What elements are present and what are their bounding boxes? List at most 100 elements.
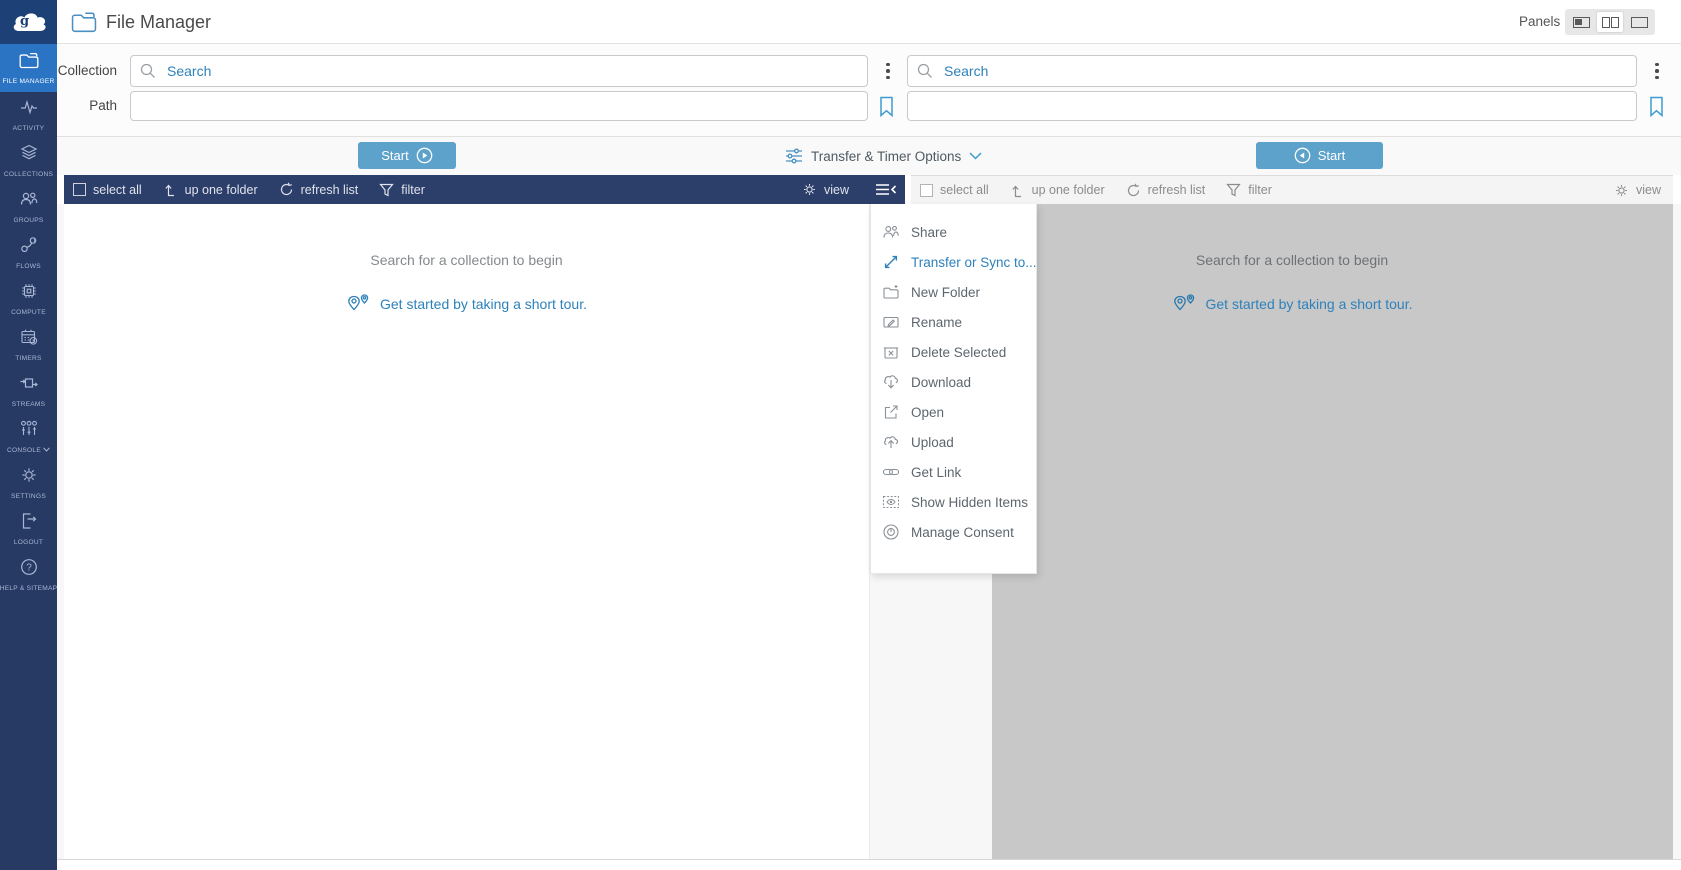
sidebar-item-activity[interactable]: ACTIVITY bbox=[0, 92, 57, 138]
path-input-right[interactable] bbox=[907, 91, 1637, 121]
checkbox-icon bbox=[920, 184, 933, 197]
select-all-button-left[interactable]: select all bbox=[73, 183, 142, 197]
menu-item-open[interactable]: Open bbox=[871, 397, 1036, 427]
action-menu: Share Transfer or Sync to... bbox=[870, 204, 1037, 574]
sidebar-item-logout[interactable]: LOGOUT bbox=[0, 506, 57, 552]
menu-item-share[interactable]: Share bbox=[871, 217, 1036, 247]
up-one-folder-label: up one folder bbox=[1032, 183, 1105, 197]
collapse-action-menu-button[interactable] bbox=[875, 183, 897, 196]
gear-icon bbox=[19, 465, 39, 490]
search-icon bbox=[139, 62, 157, 80]
path-input-left[interactable] bbox=[130, 91, 868, 121]
collection-options-menu-right[interactable] bbox=[1648, 55, 1666, 87]
filter-button-right[interactable]: filter bbox=[1226, 183, 1272, 197]
panel-layout-single-left-button[interactable] bbox=[1568, 12, 1594, 32]
tour-pins-icon bbox=[1172, 294, 1198, 314]
menu-item-label: Delete Selected bbox=[911, 345, 1006, 360]
filter-label: filter bbox=[1248, 183, 1272, 197]
refresh-list-button-left[interactable]: refresh list bbox=[279, 182, 359, 197]
sidebar-item-label: HELP & SITEMAP bbox=[0, 585, 57, 592]
menu-item-get-link[interactable]: Get Link bbox=[871, 457, 1036, 487]
panel-layout-single-right-button[interactable] bbox=[1626, 12, 1652, 32]
menu-item-rename[interactable]: Rename bbox=[871, 307, 1036, 337]
main-area: File Manager Panels Collection Path bbox=[57, 0, 1681, 870]
menu-item-label: Transfer or Sync to... bbox=[911, 255, 1037, 270]
single-panel-icon bbox=[1573, 17, 1590, 28]
menu-item-download[interactable]: Download bbox=[871, 367, 1036, 397]
people-icon bbox=[19, 189, 39, 214]
sidebar-item-label: ACTIVITY bbox=[13, 125, 45, 132]
view-button-right[interactable]: view bbox=[1614, 183, 1661, 198]
console-icon bbox=[19, 419, 39, 444]
sidebar-item-flows[interactable]: FLOWS bbox=[0, 230, 57, 276]
consent-icon bbox=[882, 523, 900, 541]
menu-item-manage-consent[interactable]: Manage Consent bbox=[871, 517, 1036, 547]
sidebar-item-collections[interactable]: COLLECTIONS bbox=[0, 138, 57, 184]
folder-icon bbox=[18, 50, 40, 75]
refresh-icon bbox=[279, 182, 294, 197]
funnel-icon bbox=[379, 183, 394, 197]
left-empty-state: Search for a collection to begin Get sta… bbox=[64, 204, 869, 314]
globus-logo[interactable]: g bbox=[0, 0, 57, 44]
new-folder-icon bbox=[882, 283, 900, 301]
menu-item-label: Get Link bbox=[911, 465, 961, 480]
rename-icon bbox=[882, 313, 900, 331]
bookmark-icon-right[interactable] bbox=[1647, 91, 1665, 121]
tour-pins-icon bbox=[346, 294, 372, 314]
sidebar-item-timers[interactable]: TIMERS bbox=[0, 322, 57, 368]
sidebar-item-label: FILE MANAGER bbox=[2, 78, 54, 85]
panels-label: Panels bbox=[1519, 0, 1560, 44]
checkbox-icon bbox=[73, 183, 86, 196]
sidebar-item-label: SETTINGS bbox=[11, 493, 46, 500]
search-area: Collection Path bbox=[57, 44, 1681, 137]
menu-item-transfer-or-sync[interactable]: Transfer or Sync to... bbox=[871, 247, 1036, 277]
view-button-left[interactable]: view bbox=[802, 182, 849, 197]
sidebar-item-label: STREAMS bbox=[12, 401, 46, 408]
menu-item-delete-selected[interactable]: Delete Selected bbox=[871, 337, 1036, 367]
sidebar: g FILE MANAGER ACTIVITY bbox=[0, 0, 57, 870]
open-icon bbox=[882, 403, 900, 421]
single-panel-icon bbox=[1631, 17, 1648, 28]
filter-button-left[interactable]: filter bbox=[379, 183, 425, 197]
collection-search-input-left[interactable] bbox=[130, 55, 868, 87]
sidebar-item-streams[interactable]: STREAMS bbox=[0, 368, 57, 414]
tour-link-left[interactable]: Get started by taking a short tour. bbox=[64, 294, 869, 314]
menu-item-show-hidden-items[interactable]: Show Hidden Items bbox=[871, 487, 1036, 517]
sidebar-item-help[interactable]: ? HELP & SITEMAP bbox=[0, 552, 57, 598]
delete-icon bbox=[882, 343, 900, 361]
up-one-folder-button-right[interactable]: up one folder bbox=[1010, 183, 1105, 198]
link-icon bbox=[882, 463, 900, 481]
start-transfer-right-button[interactable]: Start bbox=[1256, 142, 1383, 169]
transfer-timer-options-toggle[interactable]: Transfer & Timer Options bbox=[785, 137, 982, 175]
left-file-panel: Search for a collection to begin Get sta… bbox=[64, 204, 870, 859]
collection-options-menu-left[interactable] bbox=[879, 55, 897, 87]
svg-text:g: g bbox=[20, 14, 29, 29]
sidebar-item-compute[interactable]: COMPUTE bbox=[0, 276, 57, 322]
sidebar-item-file-manager[interactable]: FILE MANAGER bbox=[0, 44, 57, 92]
collection-search-input-right[interactable] bbox=[907, 55, 1637, 87]
sidebar-item-settings[interactable]: SETTINGS bbox=[0, 460, 57, 506]
hidden-items-eye-icon bbox=[882, 493, 900, 511]
sidebar-item-label: LOGOUT bbox=[14, 539, 43, 546]
sidebar-item-groups[interactable]: GROUPS bbox=[0, 184, 57, 230]
refresh-list-button-right[interactable]: refresh list bbox=[1126, 183, 1206, 198]
menu-item-label: Upload bbox=[911, 435, 954, 450]
menu-item-new-folder[interactable]: New Folder bbox=[871, 277, 1036, 307]
menu-item-label: Manage Consent bbox=[911, 525, 1014, 540]
sidebar-item-label: CONSOLE bbox=[7, 447, 41, 454]
sliders-icon bbox=[785, 148, 803, 164]
up-folder-icon bbox=[1010, 183, 1025, 198]
transfer-arrows-icon bbox=[882, 253, 900, 271]
gear-icon bbox=[802, 182, 817, 197]
bookmark-icon-left[interactable] bbox=[877, 91, 895, 121]
start-transfer-left-button[interactable]: Start bbox=[358, 142, 456, 169]
tour-link-label: Get started by taking a short tour. bbox=[380, 296, 587, 312]
up-one-folder-button-left[interactable]: up one folder bbox=[163, 182, 258, 197]
panel-layout-double-button[interactable] bbox=[1597, 12, 1623, 32]
play-right-icon bbox=[416, 147, 433, 164]
sidebar-item-label: TIMERS bbox=[15, 355, 41, 362]
sidebar-item-console[interactable]: CONSOLE bbox=[0, 414, 57, 460]
select-all-button-right[interactable]: select all bbox=[920, 183, 989, 197]
menu-item-upload[interactable]: Upload bbox=[871, 427, 1036, 457]
file-manager-app: g FILE MANAGER ACTIVITY bbox=[0, 0, 1681, 870]
